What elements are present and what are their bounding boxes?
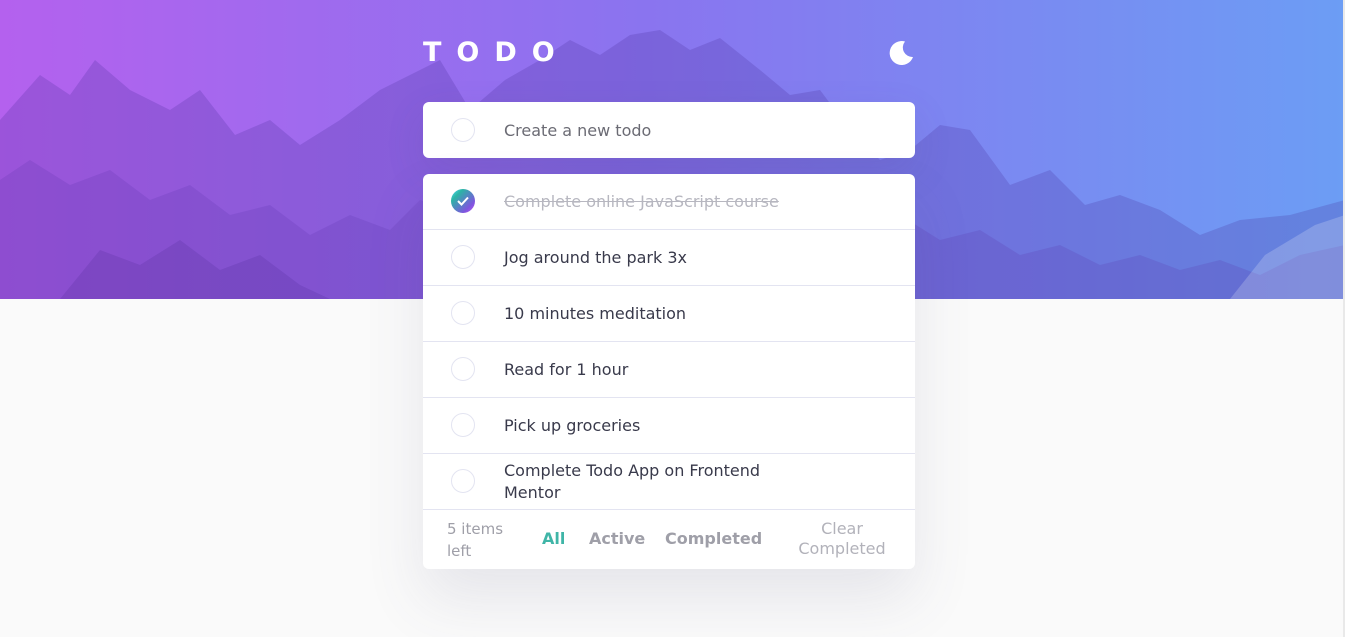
filter-completed-button[interactable]: Completed	[665, 528, 762, 550]
new-todo-form	[423, 102, 915, 158]
todo-item[interactable]: 10 minutes meditation	[423, 286, 915, 342]
new-todo-input[interactable]	[504, 116, 884, 144]
todo-checkbox[interactable]	[451, 357, 475, 381]
theme-toggle-button[interactable]	[887, 39, 915, 67]
todo-checkbox[interactable]	[451, 301, 475, 325]
todo-text: Jog around the park 3x	[504, 247, 687, 267]
new-todo-circle-icon[interactable]	[451, 118, 475, 142]
clear-completed-button[interactable]: Clear Completed	[789, 519, 895, 559]
items-left-count: 5 items left	[447, 520, 504, 560]
filter-all-button[interactable]: All	[542, 528, 565, 550]
moon-icon	[889, 41, 913, 66]
todo-checkbox[interactable]	[451, 413, 475, 437]
todo-text: Complete online JavaScript course	[504, 191, 779, 211]
todo-footer: 5 items left All Active Completed Clear …	[423, 510, 915, 569]
check-icon	[457, 196, 469, 206]
todo-card: Complete online JavaScript course Jog ar…	[423, 174, 915, 569]
todo-text: 10 minutes meditation	[504, 303, 687, 323]
todo-item[interactable]: Read for 1 hour	[423, 342, 915, 398]
todo-item[interactable]: Complete Todo App on Frontend Mentor	[423, 454, 915, 510]
todo-text: Pick up groceries	[504, 415, 641, 435]
todo-checkbox[interactable]	[451, 469, 475, 493]
filter-active-button[interactable]: Active	[589, 528, 645, 550]
todo-item[interactable]: Jog around the park 3x	[423, 230, 915, 286]
todo-text: Complete Todo App on Frontend Mentor	[504, 460, 761, 502]
todo-item[interactable]: Complete online JavaScript course	[423, 174, 915, 230]
todo-checkbox[interactable]	[451, 245, 475, 269]
todo-item[interactable]: Pick up groceries	[423, 398, 915, 454]
todo-checkbox[interactable]	[451, 189, 475, 213]
todo-text: Read for 1 hour	[504, 359, 629, 379]
app-title: TODO	[423, 37, 570, 68]
app-header: TODO	[423, 35, 915, 71]
todo-list: Complete online JavaScript course Jog ar…	[423, 174, 915, 510]
